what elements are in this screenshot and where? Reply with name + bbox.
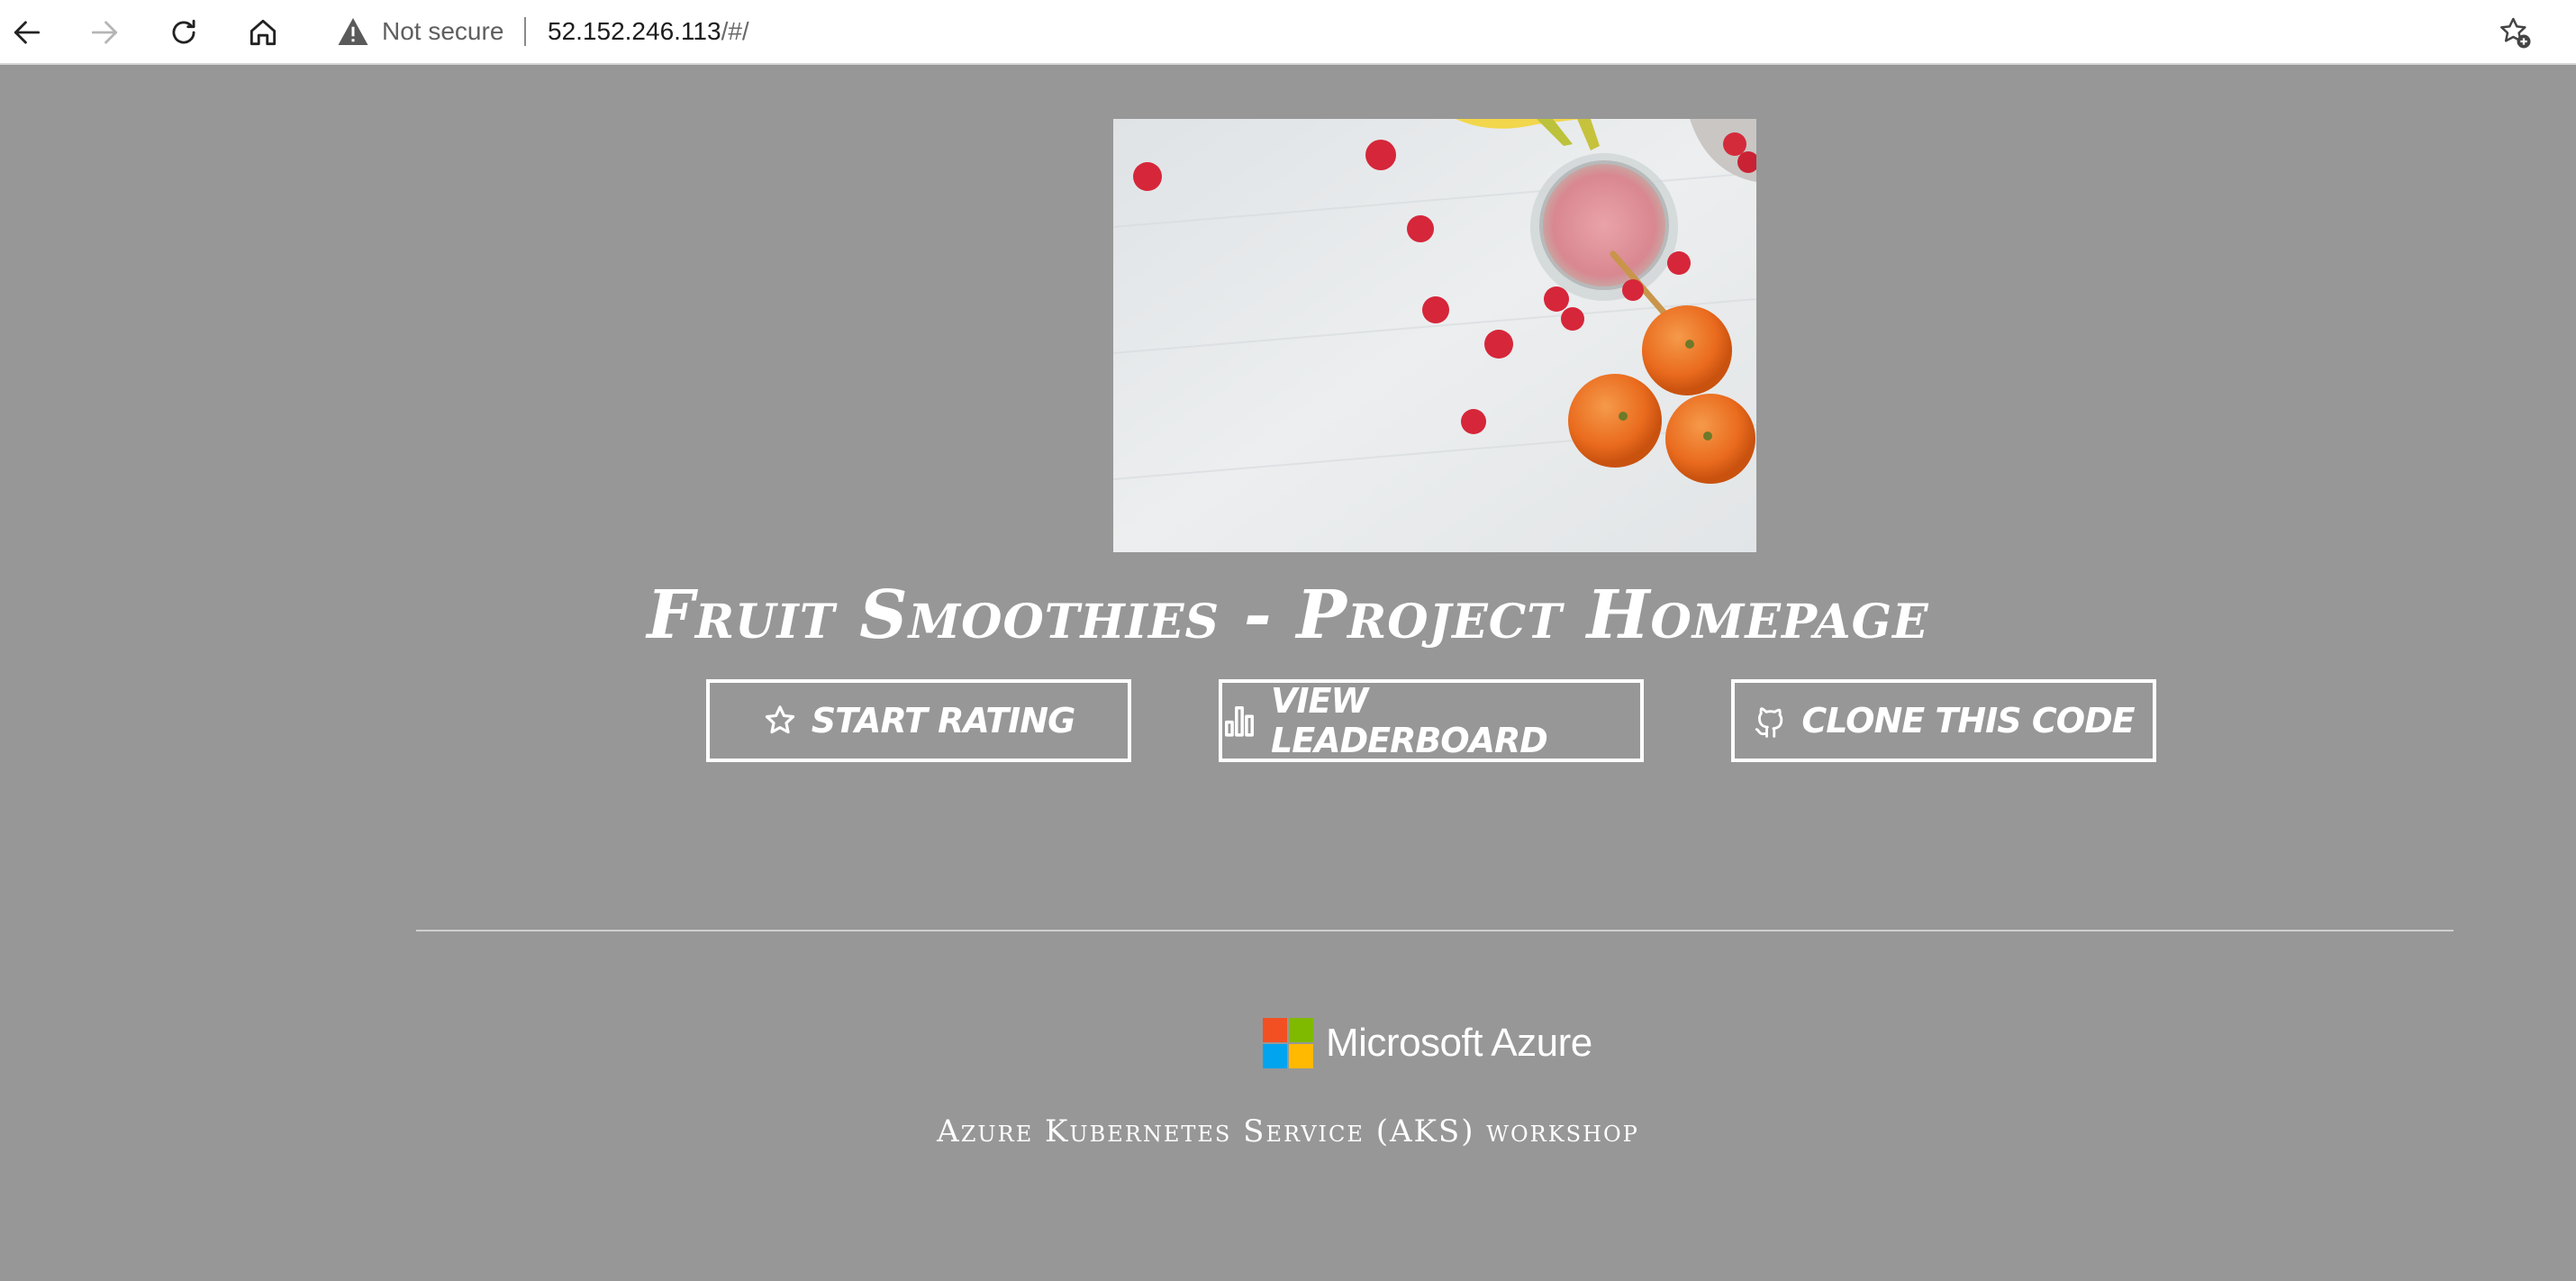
- favorites-icon[interactable]: [2497, 14, 2533, 50]
- section-divider: [416, 930, 2454, 931]
- address-bar[interactable]: Not secure 52.152.246.113/#/: [315, 5, 2549, 58]
- back-button[interactable]: [4, 9, 50, 56]
- start-rating-button[interactable]: Start Rating: [706, 679, 1131, 762]
- clone-code-label: Clone this code: [1801, 701, 2135, 740]
- clone-code-button[interactable]: Clone this code: [1731, 679, 2156, 762]
- reload-button[interactable]: [160, 9, 207, 56]
- forward-icon: [91, 21, 118, 44]
- smoothie-photo: [1113, 119, 1756, 552]
- address-separator: [524, 17, 526, 46]
- warning-icon[interactable]: [337, 16, 369, 47]
- url-host: 52.152.246.113: [548, 17, 721, 45]
- security-status-label[interactable]: Not secure: [382, 17, 503, 46]
- url-hash: /#/: [721, 17, 749, 45]
- microsoft-azure-logo: Microsoft Azure: [1263, 1016, 1592, 1070]
- view-leaderboard-label: View Leaderboard: [1271, 681, 1548, 760]
- microsoft-logo-icon: [1263, 1018, 1313, 1068]
- star-icon: [765, 705, 794, 734]
- view-leaderboard-button[interactable]: View Leaderboard: [1219, 679, 1644, 762]
- bar-chart-icon: [1225, 706, 1254, 737]
- hero-image: [1113, 119, 1756, 552]
- page-title: Fruit Smoothies - Project Homepage: [647, 577, 1929, 654]
- start-rating-label: Start Rating: [811, 701, 1076, 740]
- browser-toolbar: Not secure 52.152.246.113/#/: [0, 0, 2576, 65]
- home-icon: [249, 19, 277, 46]
- reload-icon: [172, 19, 195, 44]
- back-icon: [14, 21, 41, 44]
- footer-text: Azure Kubernetes Service (AKS) workshop: [937, 1113, 1639, 1149]
- home-button[interactable]: [240, 9, 286, 56]
- url-text[interactable]: 52.152.246.113/#/: [548, 17, 749, 46]
- github-icon: [1755, 707, 1783, 738]
- forward-button[interactable]: [81, 9, 128, 56]
- azure-logo-text: Microsoft Azure: [1326, 1021, 1592, 1065]
